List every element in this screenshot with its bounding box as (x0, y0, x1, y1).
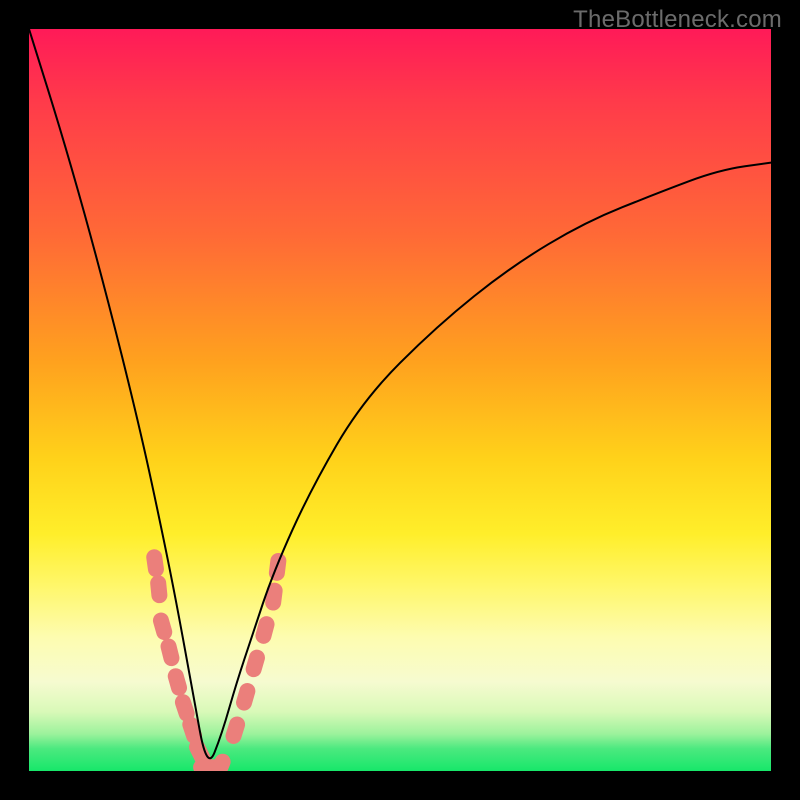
highlight-blob (151, 611, 174, 642)
bottleneck-curve (29, 29, 771, 758)
curve-layer (29, 29, 771, 771)
chart-frame: TheBottleneck.com (0, 0, 800, 800)
plot-area (29, 29, 771, 771)
highlight-blob (264, 582, 283, 612)
highlight-blob (159, 637, 181, 668)
highlight-blob (149, 574, 168, 603)
highlight-blob (268, 552, 287, 582)
highlight-blob (145, 548, 165, 578)
highlight-blob (234, 681, 257, 712)
highlight-blob (166, 666, 189, 697)
highlight-blob (223, 714, 247, 745)
highlight-blobs (145, 548, 287, 771)
